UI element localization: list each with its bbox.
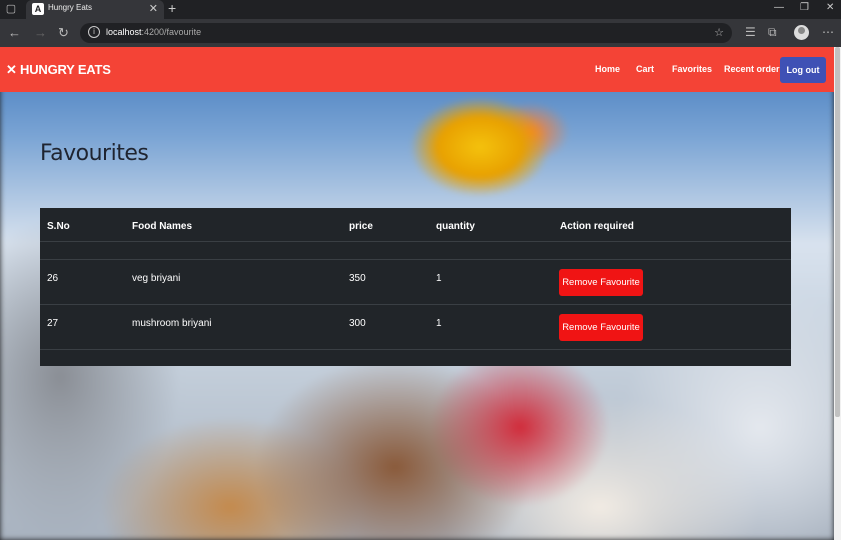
header-food-names: Food Names xyxy=(132,221,193,232)
cell-food-name: veg briyani xyxy=(132,273,181,284)
header-price: price xyxy=(349,221,373,232)
new-tab-icon[interactable]: + xyxy=(168,0,176,16)
nav-link-home[interactable]: Home xyxy=(595,64,620,74)
divider xyxy=(40,304,791,305)
brand-logo[interactable]: ✕ HUNGRY EATS xyxy=(6,62,111,78)
nav-link-favorites[interactable]: Favorites xyxy=(672,64,712,74)
header-quantity: quantity xyxy=(436,221,475,232)
tab-actions-icon[interactable]: ▢ xyxy=(4,2,18,16)
close-window-icon[interactable]: ✕ xyxy=(826,2,834,13)
navbar: ✕ HUNGRY EATS Home Cart Favorites Recent … xyxy=(0,47,834,92)
browser-tab-bar: ▢ A Hungry Eats ✕ + — ❐ ✕ xyxy=(0,0,841,19)
cell-quantity: 1 xyxy=(436,318,442,329)
cell-food-name: mushroom briyani xyxy=(132,318,212,329)
nav-link-cart[interactable]: Cart xyxy=(636,64,654,74)
browser-toolbar: ← → ↻ i localhost:4200/favourite ☆ ☰ ⧉ ⋯ xyxy=(0,19,841,47)
favorite-star-icon[interactable]: ☆ xyxy=(714,26,724,39)
logout-button[interactable]: Log out xyxy=(780,57,826,83)
scrollbar-thumb[interactable] xyxy=(835,47,840,417)
table-header: S.No Food Names price quantity Action re… xyxy=(40,208,791,242)
tab-title: Hungry Eats xyxy=(48,3,93,12)
divider xyxy=(40,259,791,260)
header-sno: S.No xyxy=(47,221,70,232)
browser-tab[interactable]: A Hungry Eats ✕ xyxy=(26,0,164,19)
restore-icon[interactable]: ❐ xyxy=(800,2,809,13)
cell-sno: 27 xyxy=(47,318,59,329)
brand-name: HUNGRY EATS xyxy=(20,62,111,77)
page-viewport: ✕ HUNGRY EATS Home Cart Favorites Recent … xyxy=(0,47,834,540)
url-text: localhost:4200/favourite xyxy=(106,27,202,37)
address-bar[interactable]: i localhost:4200/favourite ☆ xyxy=(80,23,732,43)
profile-avatar[interactable] xyxy=(794,25,809,40)
minimize-icon[interactable]: — xyxy=(774,2,784,13)
nav-link-recent-order[interactable]: Recent order xyxy=(724,64,780,74)
favorites-list-icon[interactable]: ☰ xyxy=(745,25,756,39)
divider xyxy=(40,349,791,350)
page-title: Favourites xyxy=(40,141,149,166)
close-tab-icon[interactable]: ✕ xyxy=(149,2,158,15)
header-action: Action required xyxy=(560,221,634,232)
cell-quantity: 1 xyxy=(436,273,442,284)
refresh-icon[interactable]: ↻ xyxy=(58,25,69,41)
remove-favourite-button[interactable]: Remove Favourite xyxy=(559,269,643,296)
angular-favicon-icon: A xyxy=(32,3,44,15)
page-scrollbar[interactable] xyxy=(834,47,841,540)
fork-knife-icon: ✕ xyxy=(6,62,17,77)
favourites-table: S.No Food Names price quantity Action re… xyxy=(40,208,791,366)
cell-sno: 26 xyxy=(47,273,59,284)
cell-price: 350 xyxy=(349,273,366,284)
forward-icon[interactable]: → xyxy=(34,25,47,40)
more-menu-icon[interactable]: ⋯ xyxy=(822,25,834,39)
site-info-icon[interactable]: i xyxy=(88,26,100,38)
cell-price: 300 xyxy=(349,318,366,329)
collections-icon[interactable]: ⧉ xyxy=(768,25,777,40)
back-icon[interactable]: ← xyxy=(8,25,21,40)
remove-favourite-button[interactable]: Remove Favourite xyxy=(559,314,643,341)
